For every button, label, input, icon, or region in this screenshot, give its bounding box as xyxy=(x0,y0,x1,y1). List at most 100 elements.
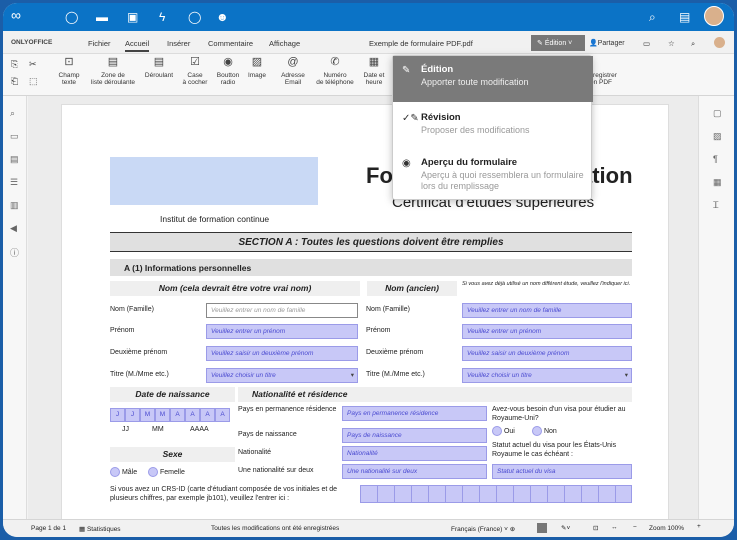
label-nationalite: Nationalité xyxy=(238,449,272,456)
chat-icon[interactable]: ▤ xyxy=(10,154,19,165)
nationalite-input[interactable]: Nationalité xyxy=(342,446,487,461)
phone-icon: ✆ xyxy=(330,56,340,68)
dob-cell[interactable]: M xyxy=(155,408,170,422)
prenom-input[interactable]: Veuillez entrer un prénom xyxy=(206,324,358,339)
mode-label: Édition xyxy=(544,40,567,47)
mode-button[interactable]: ✎ Édition ˅ xyxy=(531,35,585,51)
table-settings-icon[interactable]: ▦ xyxy=(713,177,722,188)
dob-cell[interactable]: M xyxy=(140,408,155,422)
titre-select[interactable]: Veuillez choisir un titre ▾ xyxy=(206,368,358,383)
paragraph-settings-icon[interactable]: ▢ xyxy=(713,108,722,119)
pays-naissance-input[interactable]: Pays de naissance xyxy=(342,428,487,443)
tab-accueil[interactable]: Accueil xyxy=(125,39,150,52)
ancien-nom-input[interactable]: Veuillez entrer un nom de famille xyxy=(462,303,632,318)
zoom-out-button[interactable]: − xyxy=(633,524,637,531)
email-button[interactable]: @ Adresse Email xyxy=(276,57,310,87)
visa-non-radio[interactable] xyxy=(532,426,542,436)
crsid-input[interactable] xyxy=(360,485,632,503)
copy-icon[interactable]: ⎘ xyxy=(11,59,18,70)
image-button[interactable]: ▨ Image xyxy=(245,57,269,80)
statistics-button[interactable]: ▦ Statistiques xyxy=(79,525,121,533)
comments-icon[interactable]: ▭ xyxy=(10,131,19,142)
image-settings-icon[interactable]: ▨ xyxy=(713,131,722,142)
dob-cell[interactable]: A xyxy=(200,408,215,422)
male-radio[interactable] xyxy=(110,467,120,477)
track-changes-icon[interactable]: ✎˅ xyxy=(561,524,570,532)
share-button[interactable]: 👤Partager xyxy=(589,39,625,47)
checkbox-button[interactable]: ☑ Case à cocher xyxy=(180,56,210,87)
zoom-level: Zoom 100% xyxy=(649,525,685,532)
language-select[interactable]: Français (France) ˅ ⊕ xyxy=(451,525,515,533)
visa-oui-radio[interactable] xyxy=(492,426,502,436)
activity-icon[interactable]: ϟ xyxy=(159,10,165,24)
femelle-radio[interactable] xyxy=(148,467,158,477)
menu-item-revision[interactable]: ✓✎ Révision Proposer des modifications xyxy=(393,104,593,150)
text-field-button[interactable]: ⊡ Champ texte xyxy=(55,57,83,87)
photos-icon[interactable]: ▣ xyxy=(127,10,138,24)
visa-status-input[interactable]: Statut actuel du visa xyxy=(492,464,632,479)
paste-icon[interactable]: ⎗ xyxy=(11,76,18,87)
combo-box-button[interactable]: ▤ Zone de liste déroulante xyxy=(87,57,139,87)
radio-button-tool[interactable]: ◉ Boutton radio xyxy=(213,57,243,87)
nextcloud-logo-icon[interactable]: ∞ xyxy=(11,8,21,22)
folder-icon[interactable]: ▭ xyxy=(643,39,650,48)
pilcrow-icon[interactable]: ¶ xyxy=(713,154,718,164)
checkbox-icon: ☑ xyxy=(190,56,200,68)
dropdown-button[interactable]: ▤ Déroulant xyxy=(142,57,176,80)
ancien-deuxieme-input[interactable]: Veuillez saisir un deuxième prénom xyxy=(462,346,632,361)
deuxieme-prenom-input[interactable]: Veuillez saisir un deuxième prénom xyxy=(206,346,358,361)
info-icon[interactable]: ⓘ xyxy=(10,246,19,259)
visa-non-option[interactable]: Non xyxy=(532,426,557,436)
visa-oui-option[interactable]: Oui xyxy=(492,426,515,436)
tab-fichier[interactable]: Fichier xyxy=(88,39,111,48)
dob-cell[interactable]: A xyxy=(185,408,200,422)
contacts-icon[interactable]: ☻ xyxy=(216,10,229,24)
checkbox-label: Case à cocher xyxy=(182,72,208,86)
user-avatar-small[interactable] xyxy=(714,37,725,48)
dob-cell[interactable]: A xyxy=(215,408,230,422)
nom-famille-input[interactable]: Veuillez entrer un nom de famille xyxy=(206,303,358,318)
sexe-femelle-option[interactable]: Femelle xyxy=(148,467,185,477)
eye-icon: ◉ xyxy=(402,158,411,169)
notifications-icon[interactable]: ▤ xyxy=(679,10,690,24)
cut-icon[interactable]: ✂ xyxy=(29,59,37,70)
phone-button[interactable]: ✆ Numéro de téléphone xyxy=(313,56,357,87)
dob-cell[interactable]: J xyxy=(110,408,125,422)
double-nationalite-input[interactable]: Une nationalité sur deux xyxy=(342,464,487,479)
files-icon[interactable]: ▬ xyxy=(96,10,108,24)
logo-placeholder[interactable] xyxy=(110,157,318,205)
share-label: Partager xyxy=(597,40,625,47)
tab-commentaire[interactable]: Commentaire xyxy=(208,39,253,48)
fit-page-icon[interactable]: ⊡ xyxy=(593,524,598,532)
dob-cells[interactable]: JJMMAAAA xyxy=(110,408,230,422)
ancien-titre-select[interactable]: Veuillez choisir un titre ▾ xyxy=(462,368,632,383)
navigation-icon[interactable]: ☰ xyxy=(10,177,18,188)
dob-cell[interactable]: J xyxy=(125,408,140,422)
thumbnails-icon[interactable]: ▥ xyxy=(10,200,19,211)
search-doc-icon[interactable]: ⌕ xyxy=(691,39,695,49)
dob-cell[interactable]: A xyxy=(170,408,185,422)
dob-day-label: JJ xyxy=(122,426,129,433)
tab-inserer[interactable]: Insérer xyxy=(167,39,190,48)
fit-width-icon[interactable]: ↔ xyxy=(611,524,618,531)
datetime-button[interactable]: ▦ Date et heure xyxy=(360,57,388,87)
menu-item-edition[interactable]: ✎ Édition Apporter toute modification xyxy=(393,56,593,102)
star-icon[interactable]: ☆ xyxy=(668,39,675,48)
select-icon[interactable]: ⬚ xyxy=(29,76,38,87)
page-indicator[interactable]: Page 1 de 1 xyxy=(31,525,66,532)
pays-residence-input[interactable]: Pays en permanence résidence xyxy=(342,406,487,421)
feedback-icon[interactable]: ◀ xyxy=(10,223,17,234)
sexe-male-option[interactable]: Mâle xyxy=(110,467,137,477)
zoom-in-button[interactable]: + xyxy=(697,523,701,530)
find-icon[interactable]: ⌕ xyxy=(10,108,15,119)
avatar[interactable] xyxy=(704,6,724,26)
dashboard-icon[interactable]: ◯ xyxy=(65,10,78,24)
spellcheck-icon[interactable] xyxy=(537,523,547,533)
tab-affichage[interactable]: Affichage xyxy=(269,39,300,48)
ancien-prenom-input[interactable]: Veuillez entrer un prénom xyxy=(462,324,632,339)
menu-item-apercu[interactable]: ◉ Aperçu du formulaire Aperçu à quoi res… xyxy=(393,149,593,199)
text-art-icon[interactable]: Ꮖ xyxy=(713,200,719,211)
nextcloud-header: ∞ ◯ ▬ ▣ ϟ ◯ ☻ ⌕ ▤ xyxy=(3,3,734,31)
talk-icon[interactable]: ◯ xyxy=(188,10,201,24)
search-icon[interactable]: ⌕ xyxy=(649,10,656,24)
